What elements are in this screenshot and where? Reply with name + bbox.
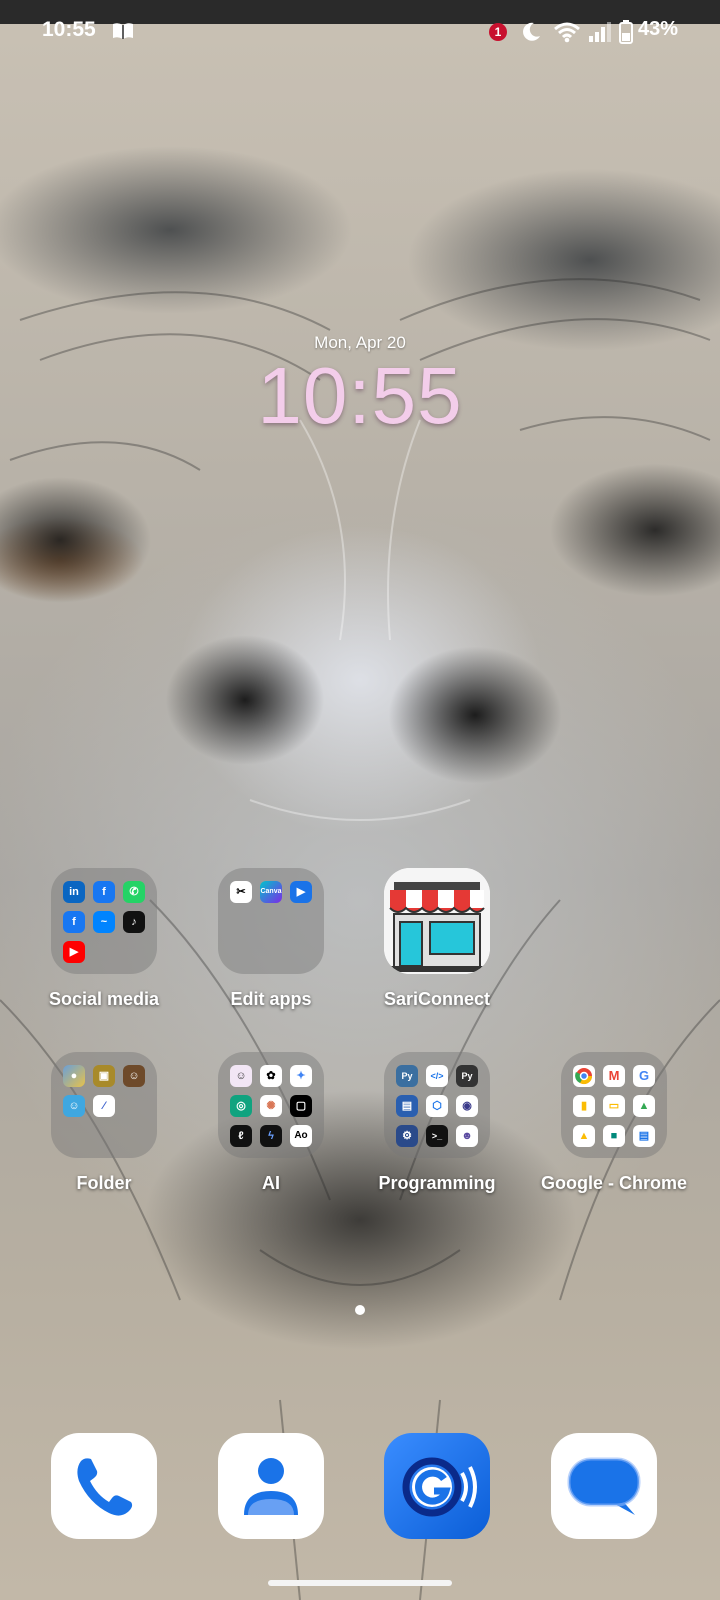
facebook-icon: f — [93, 881, 115, 903]
drive-icon: ▲ — [633, 1095, 655, 1117]
folder-edit-apps[interactable]: ✂ Canva ▶ Edit apps — [196, 868, 346, 1018]
dock-translate-app[interactable] — [384, 1433, 490, 1539]
capcut-icon: ✂ — [230, 881, 252, 903]
video-editor-icon: ▶ — [290, 881, 312, 903]
claude-icon: ✺ — [260, 1095, 282, 1117]
dock-phone-app[interactable] — [51, 1433, 157, 1539]
terminal-app-icon: ▤ — [396, 1095, 418, 1117]
python-icon: Py — [396, 1065, 418, 1087]
status-time: 10:55 — [42, 18, 96, 41]
ao-icon: Ao — [290, 1125, 312, 1147]
folder-tile[interactable]: M G ▮ ▭ ▲ ▲ ■ ▤ — [561, 1052, 667, 1158]
code-editor-icon: </> — [426, 1065, 448, 1087]
cellular-signal-icon — [589, 22, 611, 42]
folder-tile[interactable]: in f ✆ f ~ ♪ ▶ — [51, 868, 157, 974]
chrome-icon — [573, 1065, 595, 1087]
translate-icon — [402, 1457, 477, 1517]
messenger-icon: ~ — [93, 911, 115, 933]
youtube-icon: ▶ — [63, 941, 85, 963]
folder-social-media[interactable]: in f ✆ f ~ ♪ ▶ Social media — [29, 868, 179, 1018]
clock-widget-time[interactable]: 10:55 — [0, 350, 720, 442]
folder-label: Folder — [76, 1173, 132, 1193]
gear-icon: ⚙ — [396, 1125, 418, 1147]
dock-messages-app[interactable] — [551, 1433, 657, 1539]
google-icon: G — [633, 1065, 655, 1087]
bot-icon: ◉ — [456, 1095, 478, 1117]
game-icon: ● — [63, 1065, 85, 1087]
folder-tile[interactable]: Py </> Py ▤ ⬡ ◉ ⚙ >_ ☻ — [384, 1052, 490, 1158]
folder-label: AI — [262, 1173, 280, 1193]
gmail-icon: M — [603, 1065, 625, 1087]
tiktok-icon: ♪ — [123, 911, 145, 933]
folder-label: Programming — [378, 1173, 496, 1193]
battery-icon — [619, 20, 633, 44]
whatsapp-icon: ✆ — [123, 881, 145, 903]
app-sariconnect[interactable]: SariConnect — [362, 868, 512, 1018]
subway-surfers-icon: ☺ — [63, 1095, 85, 1117]
clash-icon: ☺ — [123, 1065, 145, 1087]
folder-ai[interactable]: ☺ ✿ ✦ ◎ ✺ ▢ ℓ ϟ Ao AI — [196, 1052, 346, 1202]
contacts-icon — [244, 1458, 298, 1515]
folder-label: Edit apps — [230, 989, 312, 1009]
chatgpt-icon: ✿ — [260, 1065, 282, 1087]
phone-icon — [77, 1458, 133, 1516]
pi-icon: ℓ — [230, 1125, 252, 1147]
bolt-icon: ϟ — [260, 1125, 282, 1147]
wallpaper — [0, 0, 720, 1600]
folder-folder[interactable]: ● ▣ ☺ ☺ ⁄ Folder — [29, 1052, 179, 1202]
ai-avatar-icon: ☺ — [230, 1065, 252, 1087]
page-indicator-dot — [355, 1305, 365, 1315]
keep-icon: ▮ — [573, 1095, 595, 1117]
docs-icon: ▤ — [633, 1125, 655, 1147]
wifi-icon — [554, 22, 580, 43]
wallpaper-fur-lines — [0, 278, 720, 1600]
notification-badge: 1 — [489, 23, 507, 41]
folder-tile[interactable]: ● ▣ ☺ ☺ ⁄ — [51, 1052, 157, 1158]
folder-tile[interactable]: ✂ Canva ▶ — [218, 868, 324, 974]
box-icon: ⬡ — [426, 1095, 448, 1117]
drive-alt-icon: ▲ — [573, 1125, 595, 1147]
folder-google-chrome[interactable]: M G ▮ ▭ ▲ ▲ ■ ▤ Google - Chrome — [529, 1052, 699, 1202]
battery-percentage: 43% — [638, 18, 679, 40]
temple-run-icon: ▣ — [93, 1065, 115, 1087]
puzzle-game-icon: ⁄ — [93, 1095, 115, 1117]
folder-label: Social media — [48, 989, 160, 1009]
pydroid-icon: Py — [456, 1065, 478, 1087]
slides-icon: ▭ — [603, 1095, 625, 1117]
meet-icon: ■ — [603, 1125, 625, 1147]
facebook-lite-icon: f — [63, 911, 85, 933]
dock-contacts-app[interactable] — [218, 1433, 324, 1539]
do-not-disturb-moon-icon — [523, 22, 540, 41]
folder-programming[interactable]: Py </> Py ▤ ⬡ ◉ ⚙ >_ ☻ Programming — [362, 1052, 512, 1202]
book-icon — [113, 23, 133, 39]
sparkle-ai-icon: ▢ — [290, 1095, 312, 1117]
status-bar-band — [0, 0, 720, 24]
app-label: SariConnect — [383, 989, 491, 1009]
messages-icon — [567, 1457, 641, 1515]
gesture-navigation-bar[interactable] — [268, 1580, 452, 1586]
robot-icon: ☻ — [456, 1125, 478, 1147]
gemini-icon: ✦ — [290, 1065, 312, 1087]
folder-label: Google - Chrome — [540, 1173, 687, 1193]
status-bar: 10:55 1 43% — [0, 0, 720, 60]
sariconnect-store-icon[interactable] — [384, 868, 490, 974]
canva-icon: Canva — [260, 881, 282, 903]
linkedin-icon: in — [63, 881, 85, 903]
termux-icon: >_ — [426, 1125, 448, 1147]
gpt-icon: ◎ — [230, 1095, 252, 1117]
folder-tile[interactable]: ☺ ✿ ✦ ◎ ✺ ▢ ℓ ϟ Ao — [218, 1052, 324, 1158]
